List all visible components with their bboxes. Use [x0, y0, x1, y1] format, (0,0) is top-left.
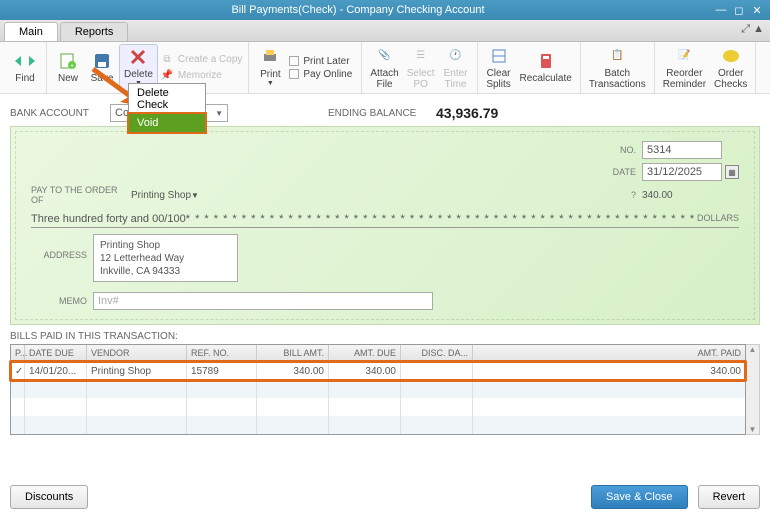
reorder-reminder-button[interactable]: 📝Reorder Reminder	[659, 44, 710, 92]
table-row[interactable]	[11, 398, 745, 416]
recalculate-button[interactable]: Recalculate	[516, 49, 576, 86]
calendar-icon[interactable]: ▦	[725, 165, 739, 179]
clear-icon	[489, 46, 509, 66]
amount-input[interactable]: 340.00	[642, 190, 722, 201]
new-icon: +	[58, 51, 78, 71]
expand-icon[interactable]: ⤢ ▲	[741, 23, 764, 36]
tab-reports[interactable]: Reports	[60, 22, 129, 41]
col-amt-due[interactable]: AMT. DUE	[329, 345, 401, 361]
print-icon	[260, 47, 280, 67]
col-bill-amt[interactable]: BILL AMT.	[257, 345, 329, 361]
minimize-icon[interactable]: —	[714, 3, 728, 17]
nav-prev-next[interactable]: Find	[8, 49, 42, 86]
col-p[interactable]: P...	[11, 345, 25, 361]
batch-icon: 📋	[607, 46, 627, 66]
pin-icon: 📌	[160, 69, 174, 83]
close-icon[interactable]: ✕	[750, 3, 764, 17]
ending-balance-label: ENDING BALANCE	[328, 108, 428, 119]
delete-dropdown: Delete Check Void	[128, 83, 206, 133]
attach-file-button[interactable]: 📎Attach File	[366, 44, 402, 92]
content-area: BANK ACCOUNT Compa ........... unt ▼ END…	[0, 94, 770, 441]
order-checks-button[interactable]: Order Checks	[710, 44, 751, 92]
paperclip-icon: 📎	[375, 46, 395, 66]
create-copy-button: ⧉Create a Copy	[158, 52, 244, 68]
col-ref-no[interactable]: REF. NO.	[187, 345, 257, 361]
chevron-down-icon: ▼	[191, 191, 199, 200]
batch-transactions-button[interactable]: 📋Batch Transactions	[585, 44, 650, 92]
check-area: NO. 5314 DATE 31/12/2025▦ PAY TO THE ORDER…	[10, 126, 760, 325]
payto-select[interactable]: Printing Shop▼	[131, 190, 321, 201]
checks-icon	[721, 46, 741, 66]
chevron-down-icon: ▼	[215, 109, 223, 118]
calculator-icon	[536, 51, 556, 71]
col-disc-da[interactable]: DISC. DA...	[401, 345, 473, 361]
revert-button[interactable]: Revert	[698, 485, 760, 509]
pay-online-checkbox[interactable]: Pay Online	[287, 68, 357, 81]
window-title: Bill Payments(Check) - Company Checking …	[6, 4, 710, 16]
memo-input[interactable]: Inv#	[93, 292, 433, 310]
table-row[interactable]: ✓ 14/01/20... Printing Shop 15789 340.00…	[11, 362, 745, 380]
address-label: ADDRESS	[31, 250, 87, 260]
reminder-icon: 📝	[674, 46, 694, 66]
arrows-icon	[15, 51, 35, 71]
col-amt-paid[interactable]: AMT. PAID	[473, 345, 745, 361]
no-label: NO.	[606, 145, 636, 155]
ending-balance-value: 43,936.79	[436, 105, 498, 121]
grid-scrollbar[interactable]: ▲▼	[746, 344, 760, 435]
table-row[interactable]	[11, 380, 745, 398]
maximize-icon[interactable]: ◻	[732, 3, 746, 17]
print-button[interactable]: Print▼	[253, 45, 287, 90]
chevron-down-icon: ▼	[267, 80, 274, 88]
footer: Discounts Save & Close Revert	[10, 485, 760, 509]
bills-grid: P... DATE DUE VENDOR REF. NO. BILL AMT. …	[10, 344, 746, 435]
table-row[interactable]	[11, 416, 745, 434]
titlebar: Bill Payments(Check) - Company Checking …	[0, 0, 770, 20]
check-no-input[interactable]: 5314	[642, 141, 722, 159]
payto-label: PAY TO THE ORDER OF	[31, 185, 131, 205]
address-input[interactable]: Printing Shop 12 Letterhead Way Inkville…	[93, 234, 238, 282]
checkbox-icon	[289, 69, 299, 79]
po-icon: ☰	[411, 46, 431, 66]
enter-time-button: 🕐Enter Time	[439, 44, 473, 92]
tab-main[interactable]: Main	[4, 22, 58, 41]
checkbox-icon	[289, 56, 299, 66]
save-close-button[interactable]: Save & Close	[591, 485, 688, 509]
grid-title: BILLS PAID IN THIS TRANSACTION:	[10, 331, 760, 342]
copy-icon: ⧉	[160, 53, 174, 67]
check-date-input[interactable]: 31/12/2025	[642, 163, 722, 181]
col-date-due[interactable]: DATE DUE	[25, 345, 87, 361]
void-item[interactable]: Void	[127, 112, 207, 134]
amount-q-label: ?	[606, 190, 636, 200]
new-button[interactable]: + New	[51, 49, 85, 86]
date-label: DATE	[606, 167, 636, 177]
tabstrip: Main Reports ⤢ ▲	[0, 20, 770, 42]
memo-label: MEMO	[31, 296, 87, 306]
discounts-button[interactable]: Discounts	[10, 485, 88, 509]
svg-text:+: +	[70, 63, 74, 70]
amount-words: Three hundred forty and 00/100* * * * * …	[31, 211, 739, 228]
find-label: Find	[15, 73, 34, 84]
memorize-button: 📌Memorize	[158, 68, 244, 84]
clock-icon: 🕐	[446, 46, 466, 66]
print-later-checkbox[interactable]: Print Later	[287, 55, 357, 68]
col-vendor[interactable]: VENDOR	[87, 345, 187, 361]
grid-body: ✓ 14/01/20... Printing Shop 15789 340.00…	[11, 362, 745, 434]
new-label: New	[58, 73, 78, 84]
delete-check-item[interactable]: Delete Check	[129, 84, 205, 114]
clear-splits-button[interactable]: Clear Splits	[482, 44, 516, 92]
grid-header: P... DATE DUE VENDOR REF. NO. BILL AMT. …	[11, 345, 745, 362]
select-po-button: ☰Select PO	[403, 44, 439, 92]
